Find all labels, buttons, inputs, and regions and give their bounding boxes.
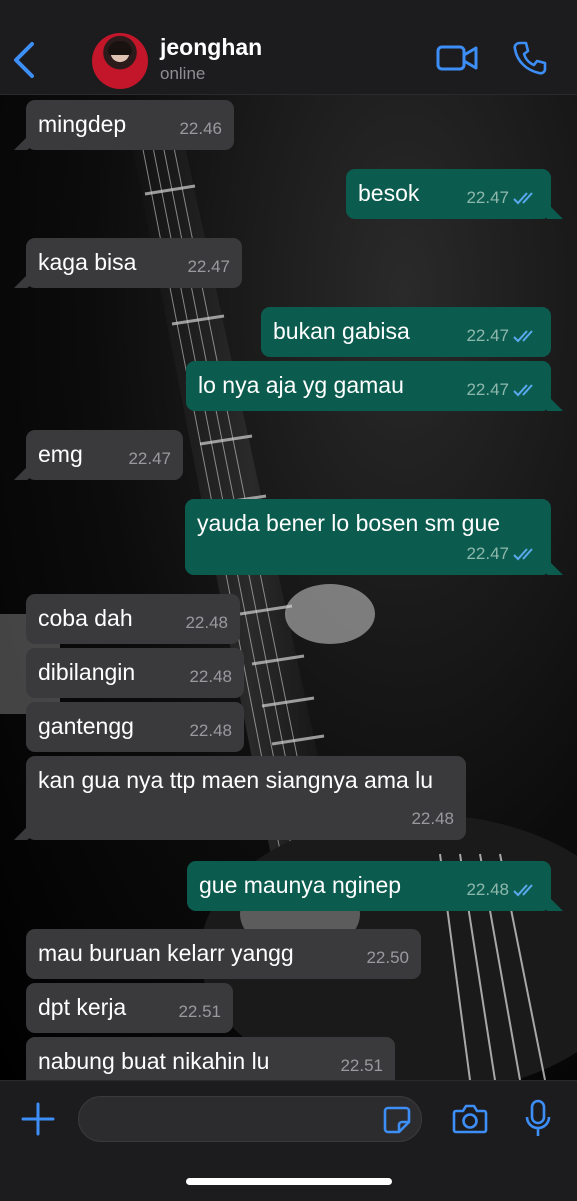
message-time: 22.47 xyxy=(466,380,509,399)
message-time: 22.47 xyxy=(187,257,230,276)
message-text: mau buruan kelarr yangg xyxy=(38,940,294,966)
message-time: 22.48 xyxy=(185,613,228,632)
message-incoming[interactable]: coba dah 22.48 xyxy=(26,594,240,644)
message-time: 22.50 xyxy=(366,948,409,967)
contact-name[interactable]: jeonghan xyxy=(160,34,262,61)
message-outgoing[interactable]: gue maunya nginep 22.48 xyxy=(187,861,551,911)
message-text: kan gua nya ttp maen siangnya ama lu xyxy=(38,767,434,793)
message-incoming[interactable]: kaga bisa 22.47 xyxy=(26,238,242,288)
contact-avatar[interactable] xyxy=(92,33,148,89)
home-indicator[interactable] xyxy=(186,1178,392,1185)
message-incoming[interactable]: mingdep 22.46 xyxy=(26,100,234,150)
message-time: 22.48 xyxy=(189,667,232,686)
chevron-left-icon[interactable] xyxy=(10,40,40,80)
message-outgoing[interactable]: lo nya aja yg gamau 22.47 xyxy=(186,361,551,411)
chat-header: jeonghan online xyxy=(0,0,577,95)
message-text: emg xyxy=(38,441,83,467)
message-text: gue maunya nginep xyxy=(199,872,402,898)
message-text: coba dah xyxy=(38,605,133,631)
message-outgoing[interactable]: bukan gabisa 22.47 xyxy=(261,307,551,357)
message-outgoing[interactable]: yauda bener lo bosen sm gue 22.47 xyxy=(185,499,551,575)
contact-status: online xyxy=(160,64,206,83)
message-incoming[interactable]: emg 22.47 xyxy=(26,430,183,480)
message-text: lo nya aja yg gamau xyxy=(198,372,404,398)
message-text: nabung buat nikahin lu xyxy=(38,1048,270,1074)
message-text: kaga bisa xyxy=(38,249,137,275)
message-time: 22.51 xyxy=(340,1056,383,1075)
phone-icon[interactable] xyxy=(512,40,548,76)
message-time: 22.47 xyxy=(128,449,171,468)
message-text: yauda bener lo bosen sm gue xyxy=(197,510,501,536)
video-camera-icon[interactable] xyxy=(436,42,478,74)
message-text: besok xyxy=(358,180,420,206)
message-incoming[interactable]: mau buruan kelarr yangg 22.50 xyxy=(26,929,421,979)
microphone-icon[interactable] xyxy=(524,1099,552,1139)
message-time: 22.48 xyxy=(189,721,232,740)
read-receipt-icon xyxy=(513,884,533,897)
plus-icon[interactable] xyxy=(20,1101,56,1137)
message-time: 22.47 xyxy=(466,544,509,563)
read-receipt-icon xyxy=(513,384,533,397)
message-input[interactable] xyxy=(78,1096,422,1142)
message-time: 22.48 xyxy=(411,809,454,828)
message-time: 22.48 xyxy=(466,880,509,899)
message-incoming[interactable]: gantengg 22.48 xyxy=(26,702,244,752)
sticker-icon[interactable] xyxy=(382,1105,412,1135)
message-incoming[interactable]: kan gua nya ttp maen siangnya ama lu 22.… xyxy=(26,756,466,840)
read-receipt-icon xyxy=(513,192,533,205)
message-text: dpt kerja xyxy=(38,994,127,1020)
message-text: mingdep xyxy=(38,111,127,137)
message-time: 22.51 xyxy=(178,1002,221,1021)
message-incoming[interactable]: dpt kerja 22.51 xyxy=(26,983,233,1033)
message-time: 22.46 xyxy=(179,119,222,138)
message-incoming[interactable]: dibilangin 22.48 xyxy=(26,648,244,698)
camera-icon[interactable] xyxy=(452,1103,488,1135)
message-text: bukan gabisa xyxy=(273,318,410,344)
read-receipt-icon xyxy=(513,330,533,343)
message-time: 22.47 xyxy=(466,326,509,345)
message-text: gantengg xyxy=(38,713,134,739)
message-text: dibilangin xyxy=(38,659,136,685)
message-outgoing[interactable]: besok 22.47 xyxy=(346,169,551,219)
message-time: 22.47 xyxy=(466,188,509,207)
read-receipt-icon xyxy=(513,548,533,561)
